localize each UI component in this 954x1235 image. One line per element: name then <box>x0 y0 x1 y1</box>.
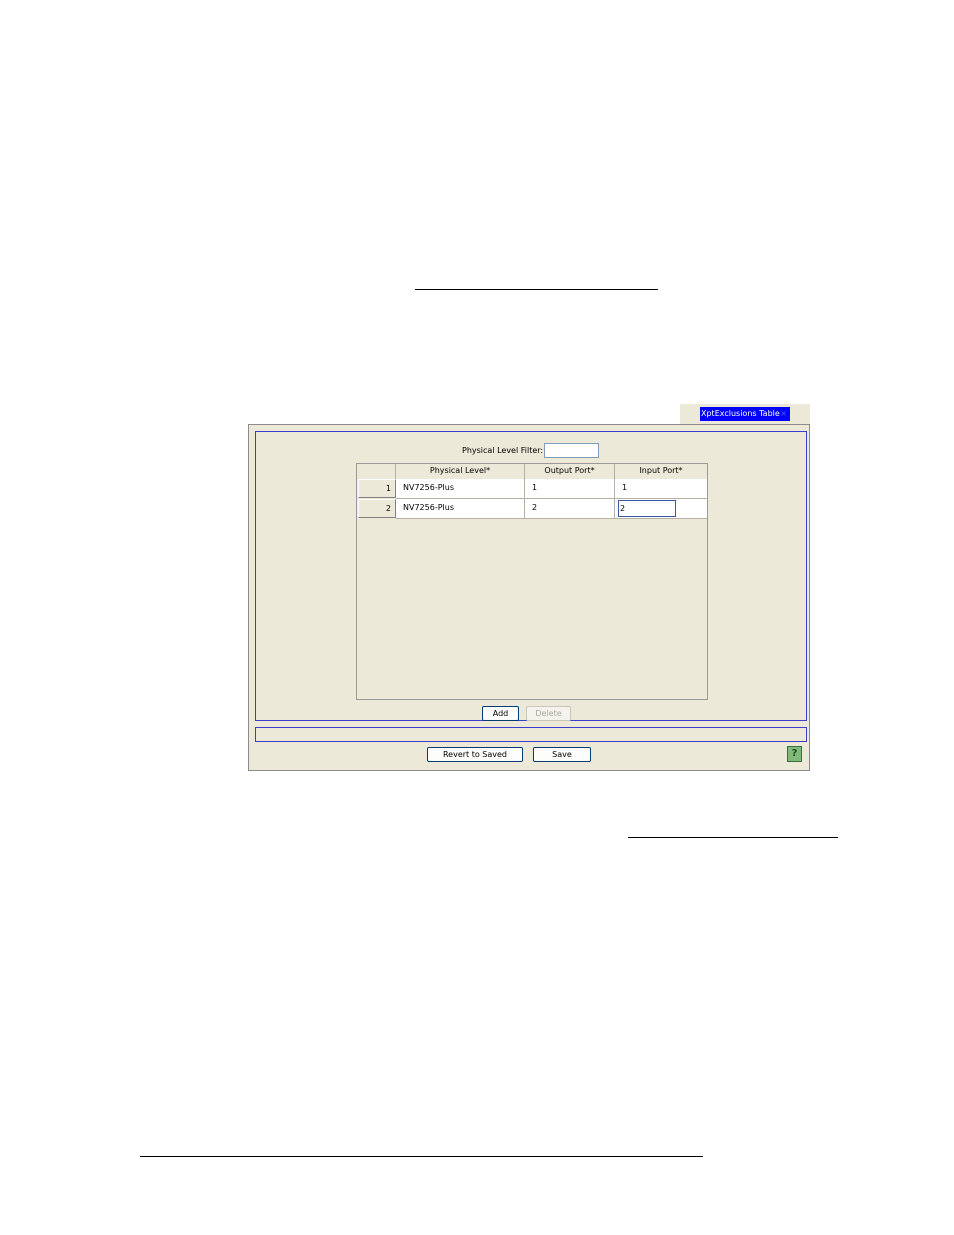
help-icon[interactable]: ? <box>787 746 802 762</box>
physical-level-filter-label: Physical Level Filter: <box>462 446 544 455</box>
column-header-output-port[interactable]: Output Port* <box>525 464 615 479</box>
cell-input-port[interactable]: 1 <box>615 479 707 499</box>
tab-close-icon[interactable]: × <box>780 407 787 421</box>
row-number[interactable]: 1 <box>358 479 396 498</box>
header-rownum <box>357 464 396 479</box>
physical-level-filter-input[interactable] <box>544 443 599 458</box>
cell-input-port[interactable] <box>615 499 707 519</box>
row-number[interactable]: 2 <box>358 499 396 518</box>
add-button[interactable]: Add <box>482 706 519 721</box>
cell-output-port[interactable]: 1 <box>525 479 615 499</box>
tab-label-text: XptExclusions Table <box>701 409 780 418</box>
tab-xptexclusions-table[interactable]: XptExclusions Table × <box>700 407 790 421</box>
editor-frame: Physical Level Filter: Physical Level* O… <box>255 431 807 721</box>
revert-to-saved-button[interactable]: Revert to Saved <box>427 747 523 762</box>
tab-strip: XptExclusions Table × <box>680 404 810 424</box>
status-bar <box>255 727 807 742</box>
table-row[interactable]: 1 NV7256-Plus 1 1 <box>357 479 707 499</box>
input-port-editor[interactable] <box>618 500 676 517</box>
column-header-physical-level[interactable]: Physical Level* <box>396 464 525 479</box>
table-header: Physical Level* Output Port* Input Port* <box>357 464 707 479</box>
column-header-input-port[interactable]: Input Port* <box>615 464 707 479</box>
doc-link-underline-mid <box>628 837 838 838</box>
save-button[interactable]: Save <box>533 747 591 762</box>
cell-physical-level[interactable]: NV7256-Plus <box>396 479 525 499</box>
table-row[interactable]: 2 NV7256-Plus 2 <box>357 499 707 519</box>
cell-output-port[interactable]: 2 <box>525 499 615 519</box>
xpt-exclusions-panel: Physical Level Filter: Physical Level* O… <box>248 424 810 771</box>
cell-physical-level[interactable]: NV7256-Plus <box>396 499 525 519</box>
doc-link-underline-top <box>415 289 658 290</box>
doc-footer-rule <box>140 1156 703 1157</box>
exclusions-table: Physical Level* Output Port* Input Port*… <box>356 463 708 700</box>
delete-button[interactable]: Delete <box>526 706 571 721</box>
